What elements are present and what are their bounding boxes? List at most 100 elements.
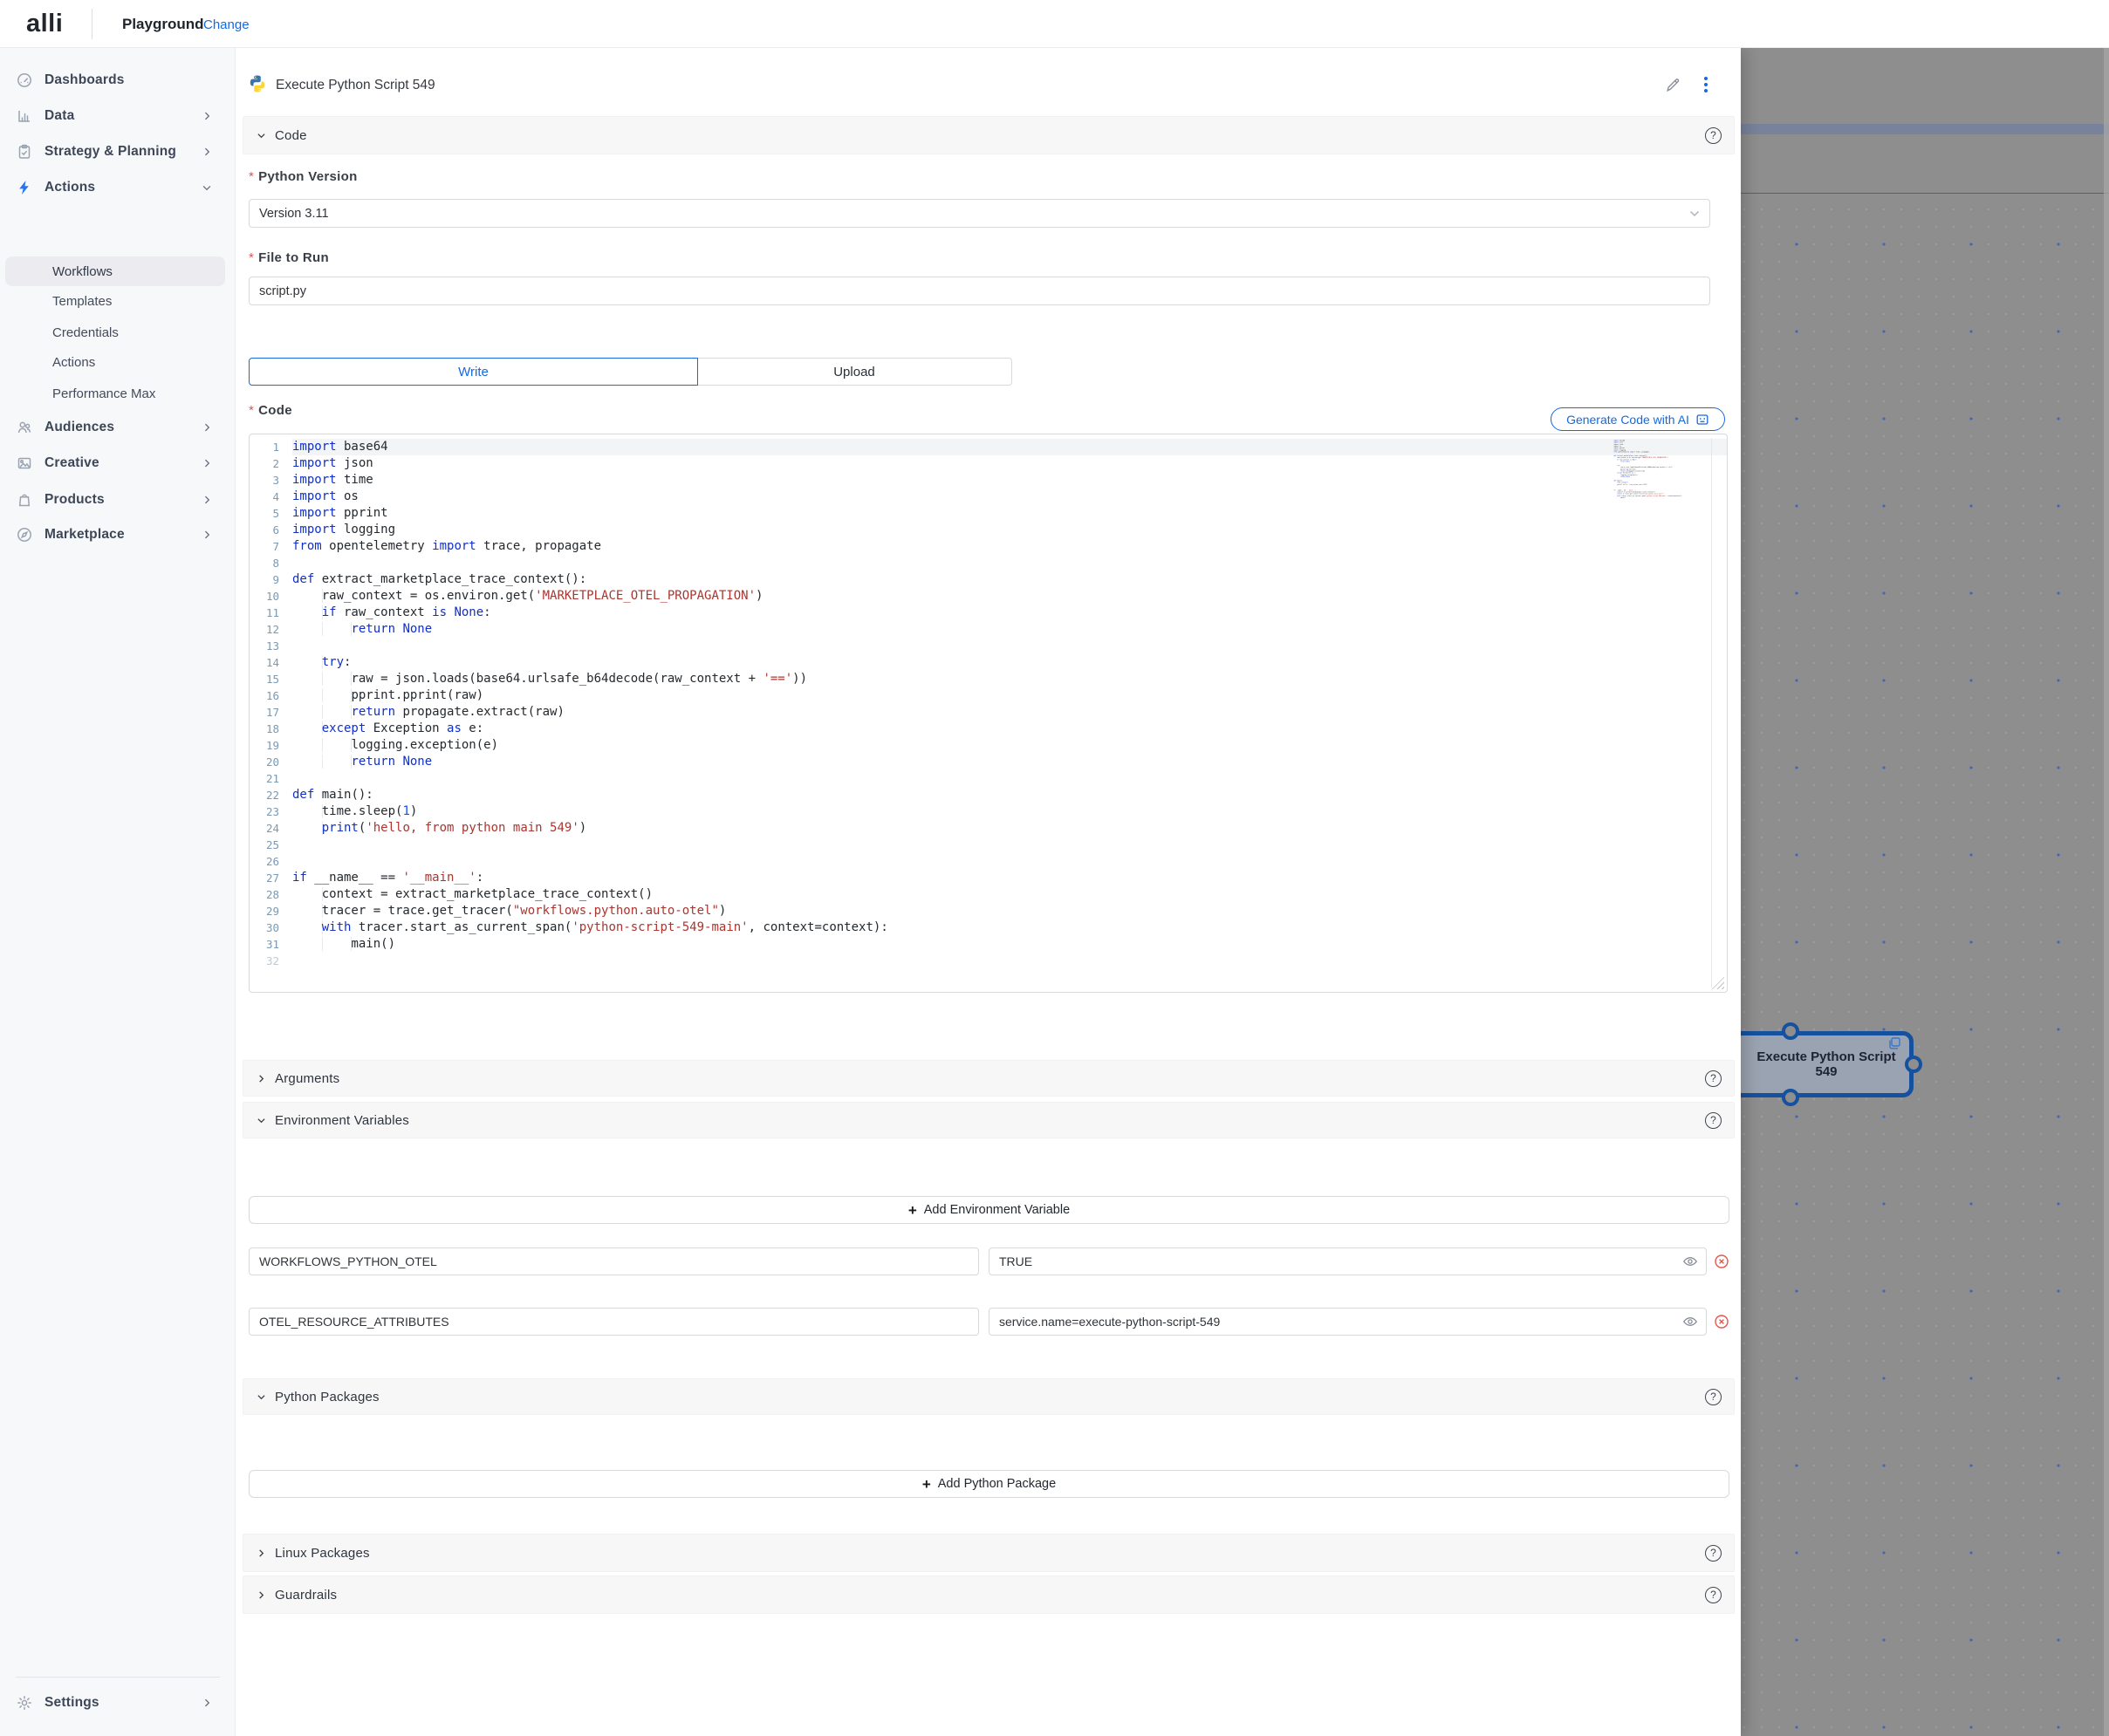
sidebar-item-audiences[interactable]: Audiences bbox=[0, 412, 236, 443]
sidebar-item-actions[interactable]: Actions bbox=[0, 172, 236, 203]
app-root: alli Playground Change Dashboards Data bbox=[0, 0, 2109, 1736]
sidebar-item-performance-max[interactable]: Performance Max bbox=[0, 379, 236, 408]
python-version-value: Version 3.11 bbox=[259, 207, 329, 221]
chevron-down-icon bbox=[201, 181, 213, 194]
sidebar-item-credentials[interactable]: Credentials bbox=[0, 318, 236, 347]
file-to-run-input[interactable] bbox=[249, 277, 1710, 305]
change-workspace-link[interactable]: Change bbox=[203, 17, 250, 32]
generate-code-with-ai-button[interactable]: Generate Code with AI bbox=[1551, 407, 1725, 431]
code-field-label: *Code bbox=[249, 403, 292, 418]
section-header-code[interactable]: Code ? bbox=[243, 116, 1735, 154]
eye-icon[interactable] bbox=[1682, 1314, 1698, 1329]
code-line: 14 try: bbox=[250, 654, 1727, 671]
editor-scroll-gutter bbox=[1711, 438, 1712, 988]
code-line: 29 tracer = trace.get_tracer("workflows.… bbox=[250, 903, 1727, 919]
section-header-linux-packages[interactable]: Linux Packages ? bbox=[243, 1534, 1735, 1572]
add-python-package-button[interactable]: + Add Python Package bbox=[249, 1470, 1729, 1498]
chevron-down-icon bbox=[256, 1115, 267, 1126]
code-line: 25 bbox=[250, 837, 1727, 853]
sidebar-item-strategy-planning[interactable]: Strategy & Planning bbox=[0, 136, 236, 167]
sidebar-item-actions-sub[interactable]: Actions bbox=[0, 347, 236, 377]
chevron-right-icon bbox=[201, 421, 213, 434]
dashboard-gauge-icon bbox=[17, 72, 32, 88]
sidebar-item-creative[interactable]: Creative bbox=[0, 448, 236, 479]
code-line: 32 bbox=[1613, 499, 1693, 501]
code-editor[interactable]: 1import base642import json3import time4i… bbox=[249, 434, 1728, 993]
help-icon[interactable]: ? bbox=[1705, 1389, 1722, 1405]
editor-resize-handle[interactable] bbox=[1711, 976, 1724, 989]
code-line: 27if __name__ == '__main__': bbox=[250, 870, 1727, 886]
sidebar-item-label: Audiences bbox=[45, 420, 114, 435]
code-editor-lines[interactable]: 1import base642import json3import time4i… bbox=[250, 439, 1727, 969]
code-minimap[interactable]: 1import base642import json3import time4i… bbox=[1613, 440, 1693, 509]
node-connector-bottom[interactable] bbox=[1782, 1089, 1799, 1106]
lightning-bolt-icon bbox=[17, 180, 32, 195]
code-line: 32 bbox=[250, 953, 1727, 969]
env-key-input[interactable]: OTEL_RESOURCE_ATTRIBUTES bbox=[249, 1308, 979, 1336]
canvas-dot-grid bbox=[1741, 194, 2109, 1736]
top-bar: alli Playground Change bbox=[0, 0, 2109, 48]
sidebar-item-label: Templates bbox=[52, 294, 112, 309]
chevron-right-icon bbox=[256, 1548, 267, 1559]
help-icon[interactable]: ? bbox=[1705, 1112, 1722, 1129]
plus-icon: + bbox=[908, 1203, 917, 1218]
sidebar-item-templates[interactable]: Templates bbox=[0, 286, 236, 316]
canvas-scrollbar[interactable] bbox=[2104, 48, 2109, 1736]
sidebar-item-label: Performance Max bbox=[52, 386, 155, 401]
code-line: 4import os bbox=[250, 489, 1727, 505]
sidebar-item-label: Actions bbox=[45, 180, 95, 195]
file-to-run-label: *File to Run bbox=[249, 250, 329, 265]
help-icon[interactable]: ? bbox=[1705, 1545, 1722, 1562]
sidebar-item-label: Products bbox=[45, 492, 105, 508]
env-key-input[interactable]: WORKFLOWS_PYTHON_OTEL bbox=[249, 1247, 979, 1275]
node-connector-right[interactable] bbox=[1905, 1056, 1922, 1073]
canvas-toolbar-strip bbox=[1741, 124, 2109, 134]
add-environment-variable-button[interactable]: + Add Environment Variable bbox=[249, 1196, 1729, 1224]
code-line: 22def main(): bbox=[250, 787, 1727, 803]
settings-divider bbox=[16, 1677, 220, 1678]
section-header-environment-variables[interactable]: Environment Variables ? bbox=[243, 1102, 1735, 1138]
section-header-arguments[interactable]: Arguments ? bbox=[243, 1060, 1735, 1097]
python-version-select[interactable]: Version 3.11 bbox=[249, 199, 1710, 228]
section-label: Environment Variables bbox=[275, 1113, 409, 1128]
code-line: 9def extract_marketplace_trace_context()… bbox=[250, 571, 1727, 588]
gear-icon bbox=[17, 1695, 32, 1711]
sidebar-item-label: Marketplace bbox=[45, 527, 125, 543]
help-icon[interactable]: ? bbox=[1705, 127, 1722, 144]
delete-env-row-icon[interactable] bbox=[1714, 1254, 1729, 1269]
help-icon[interactable]: ? bbox=[1705, 1070, 1722, 1087]
sidebar-item-dashboards[interactable]: Dashboards bbox=[0, 65, 236, 96]
sidebar-item-workflows[interactable]: Workflows bbox=[5, 256, 225, 286]
env-value-input[interactable]: TRUE bbox=[989, 1247, 1707, 1275]
delete-env-row-icon[interactable] bbox=[1714, 1314, 1729, 1329]
sidebar-item-settings[interactable]: Settings bbox=[0, 1687, 236, 1719]
node-connector-top[interactable] bbox=[1782, 1022, 1799, 1040]
sidebar-item-marketplace[interactable]: Marketplace bbox=[0, 519, 236, 550]
sidebar-item-products[interactable]: Products bbox=[0, 484, 236, 516]
edit-title-button[interactable] bbox=[1660, 72, 1685, 97]
tab-upload[interactable]: Upload bbox=[697, 358, 1012, 386]
code-line: 2import json bbox=[250, 455, 1727, 472]
sidebar-item-label: Creative bbox=[45, 455, 99, 471]
section-header-python-packages[interactable]: Python Packages ? bbox=[243, 1378, 1735, 1415]
workflow-canvas[interactable]: Execute Python Script 549 bbox=[1741, 48, 2109, 1736]
chevron-right-icon bbox=[201, 529, 213, 541]
code-line: 19 logging.exception(e) bbox=[250, 737, 1727, 754]
code-line: 6import logging bbox=[250, 522, 1727, 538]
more-options-button[interactable] bbox=[1694, 72, 1718, 97]
code-line: 10 raw_context = os.environ.get('MARKETP… bbox=[250, 588, 1727, 605]
chevron-right-icon bbox=[256, 1073, 267, 1084]
eye-icon[interactable] bbox=[1682, 1254, 1698, 1269]
sidebar-item-label: Workflows bbox=[52, 264, 113, 279]
code-line: 24 print('hello, from python main 549') bbox=[250, 820, 1727, 837]
section-header-guardrails[interactable]: Guardrails ? bbox=[243, 1575, 1735, 1614]
sidebar-item-data[interactable]: Data bbox=[0, 100, 236, 132]
code-line: 30 with tracer.start_as_current_span('py… bbox=[250, 919, 1727, 936]
env-value-input[interactable]: service.name=execute-python-script-549 bbox=[989, 1308, 1707, 1336]
env-value-text: TRUE bbox=[999, 1254, 1032, 1268]
section-label: Guardrails bbox=[275, 1588, 337, 1603]
help-icon[interactable]: ? bbox=[1705, 1587, 1722, 1603]
tab-write[interactable]: Write bbox=[249, 358, 698, 386]
section-label: Python Packages bbox=[275, 1390, 380, 1405]
copy-icon[interactable] bbox=[1887, 1036, 1901, 1050]
